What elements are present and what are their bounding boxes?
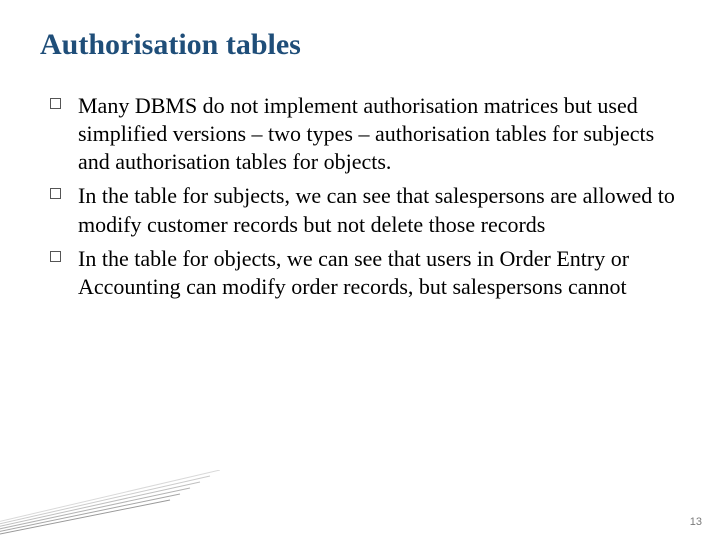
slide: Authorisation tables Many DBMS do not im…	[0, 0, 720, 540]
list-item: Many DBMS do not implement authorisation…	[48, 92, 680, 176]
page-number: 13	[690, 516, 702, 528]
list-item: In the table for objects, we can see tha…	[48, 245, 680, 301]
bullet-text: Many DBMS do not implement authorisation…	[78, 93, 654, 174]
slide-title: Authorisation tables	[40, 28, 301, 62]
bullet-list: Many DBMS do not implement authorisation…	[48, 92, 680, 301]
slide-body: Many DBMS do not implement authorisation…	[48, 92, 680, 307]
bullet-text: In the table for objects, we can see tha…	[78, 246, 629, 299]
list-item: In the table for subjects, we can see th…	[48, 182, 680, 238]
decorative-lines-icon	[0, 470, 220, 540]
bullet-text: In the table for subjects, we can see th…	[78, 183, 675, 236]
